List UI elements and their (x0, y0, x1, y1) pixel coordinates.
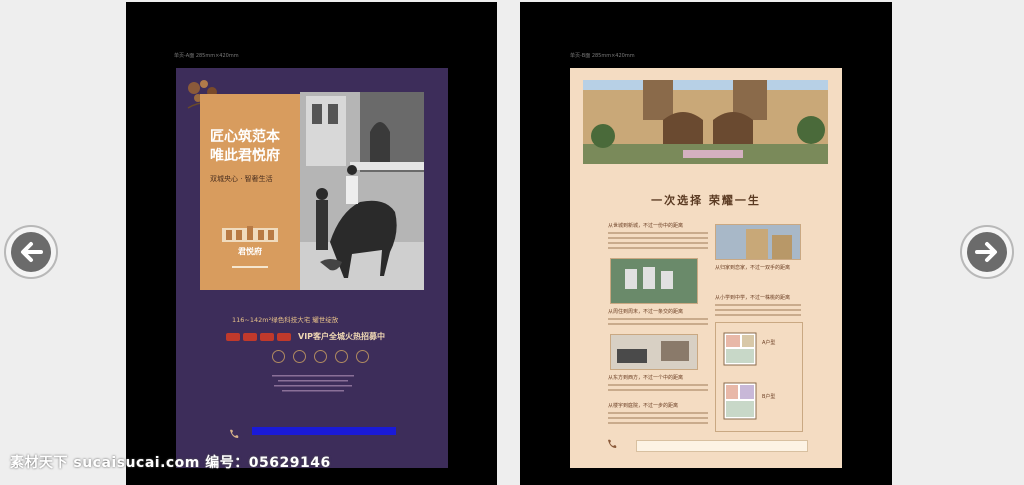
badge-icon (226, 332, 240, 341)
phone-icon (608, 439, 617, 448)
badge-icon (277, 332, 291, 341)
right-page-caption: 单页-B面 285mm×420mm (570, 53, 635, 59)
area-description: 116~142m²绿色科技大宅 耀世绽放 (232, 316, 339, 324)
plan-b-label: B户型 (762, 394, 776, 400)
badge-icon (243, 332, 257, 341)
left-poster: 匠心筑范本 唯此君悦府 双城央心 · 智奢生活 君悦府 116~142m²绿色科… (176, 68, 448, 468)
floor-plan-b-icon (723, 382, 757, 420)
headline-line-1: 匠心筑范本 (210, 129, 280, 145)
section-4-body (715, 304, 801, 319)
left-page-panel: 单页-A面 285mm×420mm 匠心筑范本 唯此君悦府 双城央心 · 智奢生… (126, 2, 497, 485)
hotline-bar (252, 427, 396, 435)
section-2: 从归家到恋家，不过一双手的距离 (715, 265, 791, 271)
headline-box: 匠心筑范本 唯此君悦府 双城央心 · 智奢生活 君悦府 (200, 94, 300, 290)
right-page-panel: 单页-B面 285mm×420mm 一次选择 荣耀一生 从世城到新城，不过一份中… (520, 2, 892, 485)
plan-a-label: A户型 (762, 340, 776, 346)
horse-rider-photo (300, 92, 424, 290)
interior-thumb (610, 334, 698, 370)
section-6: 从楼宇到庭院，不过一步的距离 (608, 403, 679, 409)
feature-icon (335, 350, 348, 363)
left-page-caption: 单页-A面 285mm×420mm (174, 53, 239, 59)
badge-icon (260, 332, 274, 341)
hotline-bar (636, 440, 808, 452)
watermark: 素材天下 sucaisucai.com 编号：05629146 (10, 455, 331, 471)
feature-icons (272, 350, 369, 363)
section-3-body (608, 318, 708, 328)
fine-print (272, 375, 354, 392)
feature-icon (293, 350, 306, 363)
section-3: 从周住到周末，不过一条交的距离 (608, 309, 684, 315)
section-1-body (608, 232, 708, 252)
feature-icon (356, 350, 369, 363)
previous-button[interactable] (4, 225, 58, 279)
floor-plans: A户型 B户型 (715, 322, 803, 432)
right-poster: 一次选择 荣耀一生 从世城到新城，不过一份中的距离 从归家到恋家，不过一双手的距… (570, 68, 842, 468)
section-5: 从东方到西方，不过一个中的距离 (608, 375, 684, 381)
phone-icon (230, 429, 239, 438)
section-5-body (608, 384, 708, 394)
headline: 匠心筑范本 唯此君悦府 (210, 128, 300, 166)
subline: 双城央心 · 智奢生活 (210, 175, 273, 183)
street-thumb (715, 224, 801, 260)
section-6-body (608, 412, 708, 427)
aerial-thumb (610, 258, 698, 304)
section-1: 从世城到新城，不过一份中的距离 (608, 223, 684, 229)
left-arrow-icon (11, 232, 51, 272)
feature-icon (314, 350, 327, 363)
vip-text: VIP客户全城火热招募中 (298, 332, 386, 341)
next-button[interactable] (960, 225, 1014, 279)
vip-row: VIP客户全城火热招募中 (226, 331, 385, 342)
section-4: 从小学到中学，不过一株桃的距离 (715, 295, 791, 301)
headline-line-2: 唯此君悦府 (210, 148, 280, 164)
logo-name: 君悦府 (238, 246, 262, 256)
gate-building-photo (583, 80, 828, 164)
feature-icon (272, 350, 285, 363)
right-arrow-icon (967, 232, 1007, 272)
slogan-title: 一次选择 荣耀一生 (651, 194, 761, 207)
floor-plan-a-icon (723, 332, 757, 366)
